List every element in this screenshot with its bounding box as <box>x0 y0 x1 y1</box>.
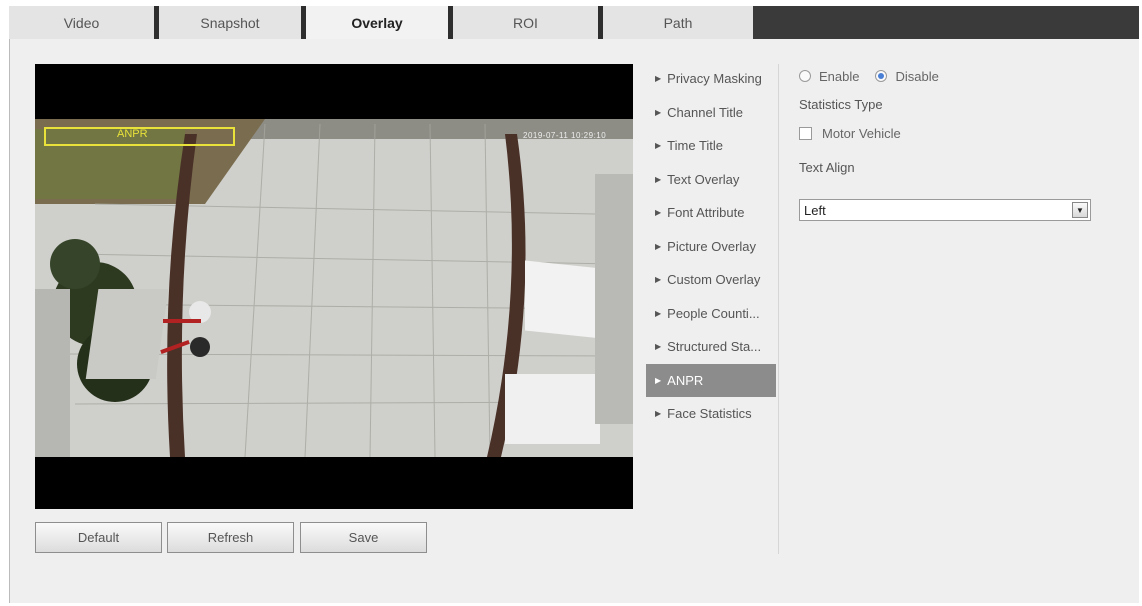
triangle-right-icon: ▶ <box>655 375 662 385</box>
triangle-right-icon: ▶ <box>655 308 662 318</box>
triangle-right-icon: ▶ <box>655 74 662 84</box>
tab-bar: Video Snapshot Overlay ROI Path <box>9 6 1139 39</box>
content-panel: ANPR 2019-07-11 10:29:10 Default Refresh… <box>9 39 1139 603</box>
video-preview[interactable]: ANPR 2019-07-11 10:29:10 <box>35 64 633 509</box>
menu-item-privacy-masking[interactable]: ▶ Privacy Masking <box>646 62 776 96</box>
overlay-menu: ▶ Privacy Masking ▶ Channel Title ▶ Time… <box>646 62 776 431</box>
menu-item-picture-overlay[interactable]: ▶ Picture Overlay <box>646 230 776 264</box>
text-align-value: Left <box>804 202 826 218</box>
anpr-overlay-label: ANPR <box>117 128 148 140</box>
menu-item-label: Text Overlay <box>667 171 740 187</box>
menu-item-label: Picture Overlay <box>667 238 757 254</box>
tab-path[interactable]: Path <box>603 6 753 39</box>
menu-item-anpr[interactable]: ▶ ANPR <box>646 363 776 397</box>
menu-divider <box>778 64 779 554</box>
menu-item-structured-statistics[interactable]: ▶ Structured Sta... <box>646 330 776 364</box>
triangle-right-icon: ▶ <box>655 141 662 151</box>
triangle-right-icon: ▶ <box>655 107 662 117</box>
triangle-right-icon: ▶ <box>655 409 662 419</box>
dropdown-arrow-icon[interactable]: ▼ <box>1072 202 1088 218</box>
menu-item-label: People Counti... <box>667 305 760 321</box>
enable-radio[interactable] <box>799 70 811 82</box>
disable-radio[interactable] <box>875 70 888 82</box>
triangle-right-icon: ▶ <box>655 208 662 218</box>
motor-vehicle-label: Motor Vehicle <box>822 126 901 141</box>
triangle-right-icon: ▶ <box>655 275 662 285</box>
menu-item-font-attribute[interactable]: ▶ Font Attribute <box>646 196 776 230</box>
menu-item-face-statistics[interactable]: ▶ Face Statistics <box>646 397 776 431</box>
tab-overlay[interactable]: Overlay <box>306 6 453 39</box>
tab-snapshot[interactable]: Snapshot <box>159 6 306 39</box>
menu-item-text-overlay[interactable]: ▶ Text Overlay <box>646 163 776 197</box>
motor-vehicle-row: Motor Vehicle <box>799 126 1119 141</box>
menu-item-label: Channel Title <box>667 104 744 120</box>
menu-item-label: Structured Sta... <box>667 339 762 355</box>
menu-item-label: Custom Overlay <box>667 272 761 288</box>
text-align-select[interactable]: Left ▼ <box>799 199 1091 221</box>
menu-item-time-title[interactable]: ▶ Time Title <box>646 129 776 163</box>
time-overlay-text: 2019-07-11 10:29:10 <box>523 131 607 140</box>
save-button[interactable]: Save <box>300 522 427 553</box>
menu-item-channel-title[interactable]: ▶ Channel Title <box>646 96 776 130</box>
anpr-settings: Enable Disable Statistics Type Motor Veh… <box>799 66 1119 221</box>
refresh-button[interactable]: Refresh <box>167 522 294 553</box>
motor-vehicle-checkbox[interactable] <box>799 127 812 140</box>
disable-radio-label: Disable <box>895 68 939 84</box>
default-button[interactable]: Default <box>35 522 162 553</box>
tab-video[interactable]: Video <box>9 6 159 39</box>
triangle-right-icon: ▶ <box>655 342 662 352</box>
menu-item-people-counting[interactable]: ▶ People Counti... <box>646 297 776 331</box>
enable-radio-group: Enable Disable <box>799 66 1119 86</box>
tab-roi[interactable]: ROI <box>453 6 603 39</box>
menu-item-label: Font Attribute <box>667 205 745 221</box>
menu-item-label: Face Statistics <box>667 406 752 422</box>
menu-item-label: ANPR <box>667 372 704 388</box>
menu-item-custom-overlay[interactable]: ▶ Custom Overlay <box>646 263 776 297</box>
text-align-label: Text Align <box>799 160 855 175</box>
triangle-right-icon: ▶ <box>655 174 662 184</box>
menu-item-label: Privacy Masking <box>667 71 762 87</box>
menu-item-label: Time Title <box>667 138 724 154</box>
enable-radio-label: Enable <box>819 68 860 84</box>
triangle-right-icon: ▶ <box>655 241 662 251</box>
statistics-type-label: Statistics Type <box>799 97 883 112</box>
